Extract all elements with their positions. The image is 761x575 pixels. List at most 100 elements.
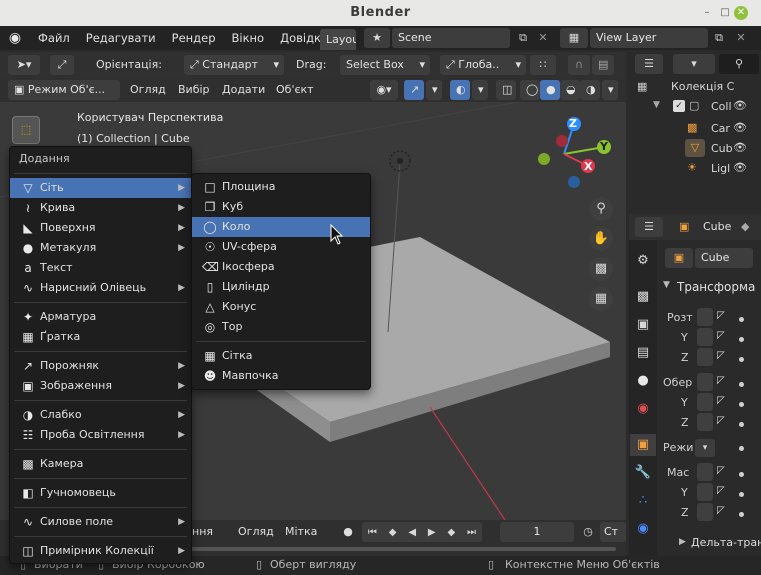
expand-delta-icon[interactable]: ▶ [679, 537, 686, 547]
remove-scene-icon[interactable]: ✕ [534, 28, 552, 48]
lock-icon[interactable]: ◸ [717, 350, 725, 361]
snap-icon[interactable]: ∩ [568, 55, 590, 75]
eye-icon[interactable]: 👁 [733, 161, 747, 174]
keyframe-dot[interactable] [739, 422, 744, 427]
menu-item-cone[interactable]: △ Конус [192, 297, 370, 317]
menu-item-metaball[interactable]: ● Метакуля ▶ [10, 238, 191, 258]
scale-y-field[interactable] [697, 483, 713, 501]
blender-logo-icon[interactable]: ◉ [0, 30, 30, 46]
record-icon[interactable]: ● [340, 524, 356, 540]
keyframe-dot[interactable] [739, 446, 744, 451]
collapse-transform-icon[interactable]: ▼ [663, 280, 670, 290]
object-browse-icon[interactable]: ▣ [665, 248, 693, 268]
outliner-item-light[interactable]: Ligl [711, 162, 730, 175]
play-reverse-icon[interactable]: ◀ [408, 527, 416, 538]
keyframe-dot[interactable] [739, 472, 744, 477]
camera-view-icon[interactable]: ▩ [589, 257, 613, 281]
modifier-tab-icon[interactable]: 🔧 [630, 462, 656, 484]
next-keyframe-icon[interactable]: ◆ [447, 527, 455, 538]
minimize-icon[interactable]: – [700, 6, 714, 20]
clock-icon[interactable]: ◷ [580, 524, 596, 540]
pin-icon[interactable]: ◆ [741, 220, 749, 233]
timeline-menu-view[interactable]: Огляд [238, 522, 274, 542]
zoom-icon[interactable]: ⚲ [589, 197, 613, 221]
rotation-mode-dropdown[interactable]: ▾ [695, 439, 715, 457]
remove-view-layer-icon[interactable]: ✕ [732, 28, 750, 48]
keyframe-dot[interactable] [739, 382, 744, 387]
current-frame-field[interactable]: 1 [500, 522, 574, 542]
properties-editor-type-icon[interactable]: ☰ [635, 217, 663, 237]
select-tool-icon[interactable]: ⬚ [12, 116, 40, 144]
menu-edit[interactable]: Редагувати [78, 26, 164, 50]
timeline-menu-marker[interactable]: Мітка [285, 522, 317, 542]
eye-icon[interactable]: 👁 [733, 121, 747, 134]
transform-icon[interactable]: ⤢ [50, 55, 74, 75]
play-icon[interactable]: ▶ [428, 527, 436, 538]
outliner-item-cube[interactable]: Cub [711, 142, 733, 155]
keyframe-dot[interactable] [739, 357, 744, 362]
outliner-item-collection[interactable]: Coll [711, 100, 732, 113]
overlay-toggle-icon[interactable]: ◐ [450, 80, 470, 100]
menu-item-grease-pencil[interactable]: ∿ Нарисний Олівець ▶ [10, 278, 191, 298]
lock-icon[interactable]: ◸ [717, 395, 725, 406]
scale-z-field[interactable] [697, 503, 713, 521]
prev-keyframe-icon[interactable]: ◆ [389, 527, 397, 538]
xray-icon[interactable]: ◫ [496, 80, 516, 100]
menu-item-light[interactable]: ◑ Слабко ▶ [10, 405, 191, 425]
object-tab-icon[interactable]: ▣ [630, 434, 656, 456]
view-layer-tab-icon[interactable]: ▤ [630, 342, 656, 364]
copy-scene-icon[interactable]: ⧉ [514, 28, 532, 48]
overlay-dropdown-icon[interactable]: ▾ [472, 80, 488, 100]
outliner-filter-icon[interactable]: ▾ [673, 54, 715, 74]
particles-tab-icon[interactable]: ∴ [630, 490, 656, 512]
keyframe-dot[interactable] [739, 492, 744, 497]
keyframe-dot[interactable] [739, 317, 744, 322]
copy-view-layer-icon[interactable]: ⧉ [710, 28, 728, 48]
lock-icon[interactable]: ◸ [717, 310, 725, 321]
eye-icon[interactable]: 👁 [733, 141, 747, 154]
keyframe-dot[interactable] [739, 337, 744, 342]
gizmo-dropdown-icon[interactable]: ▾ [426, 80, 442, 100]
lock-icon[interactable]: ◸ [717, 505, 725, 516]
scale-x-field[interactable] [697, 463, 713, 481]
menu-window[interactable]: Вікно [224, 26, 273, 50]
render-tab-icon[interactable]: ▩ [630, 286, 656, 308]
world-tab-icon[interactable]: ◉ [630, 398, 656, 420]
menu-item-lattice[interactable]: ▦ Ґратка [10, 327, 191, 347]
collection-checkbox-icon[interactable]: ✓ [673, 100, 685, 112]
keyframe-dot[interactable] [739, 512, 744, 517]
menu-item-speaker[interactable]: ◧ Гучномовець [10, 483, 191, 503]
gizmo-toggle-icon[interactable]: ↗ [404, 80, 424, 100]
keyframe-dot[interactable] [739, 402, 744, 407]
menu-object[interactable]: Об'єкт [276, 80, 314, 100]
lock-icon[interactable]: ◸ [717, 415, 725, 426]
menu-item-empty[interactable]: ↗ Порожняк ▶ [10, 356, 191, 376]
snap-settings-icon[interactable]: ▤ [592, 55, 614, 75]
perspective-grid-icon[interactable]: ▦ [589, 287, 613, 311]
output-tab-icon[interactable]: ▣ [630, 314, 656, 336]
menu-item-light-probe[interactable]: ☷ Проба Освітлення ▶ [10, 425, 191, 445]
tool-settings-tab-icon[interactable]: ⚙ [630, 250, 656, 272]
material-shading-icon[interactable]: ◒ [560, 80, 580, 100]
delta-transform-section[interactable]: Дельта-тран [691, 536, 761, 549]
jump-end-icon[interactable]: ⏭ [467, 527, 476, 538]
expand-collection-icon[interactable]: ▼ [653, 100, 660, 110]
close-icon[interactable]: ✕ [734, 6, 748, 20]
menu-item-grid[interactable]: ▦ Сітка [192, 346, 370, 366]
rotation-y-field[interactable] [697, 393, 713, 411]
menu-item-mesh[interactable]: ▽ Сіть ▶ [10, 178, 191, 198]
menu-item-image[interactable]: ▣ Зображення ▶ [10, 376, 191, 396]
drag-dropdown[interactable]: Select Box ▾ [340, 55, 430, 75]
solid-shading-icon[interactable]: ● [540, 80, 560, 100]
jump-start-icon[interactable]: ⏮ [368, 527, 377, 538]
tool-select-icon[interactable]: ➤▾ [8, 55, 40, 75]
object-name-field[interactable]: Cube [695, 248, 753, 268]
rotation-x-field[interactable] [697, 373, 713, 391]
menu-item-cube[interactable]: ❐ Куб [192, 197, 370, 217]
pan-hand-icon[interactable]: ✋ [589, 227, 613, 251]
menu-item-armature[interactable]: ✦ Арматура [10, 307, 191, 327]
view-layer-selector-icon[interactable]: ▦ [560, 28, 588, 48]
visibility-icon[interactable]: ◉▾ [370, 80, 398, 100]
transform-section-title[interactable]: Трансформа [677, 280, 755, 294]
menu-item-text[interactable]: a Текст [10, 258, 191, 278]
